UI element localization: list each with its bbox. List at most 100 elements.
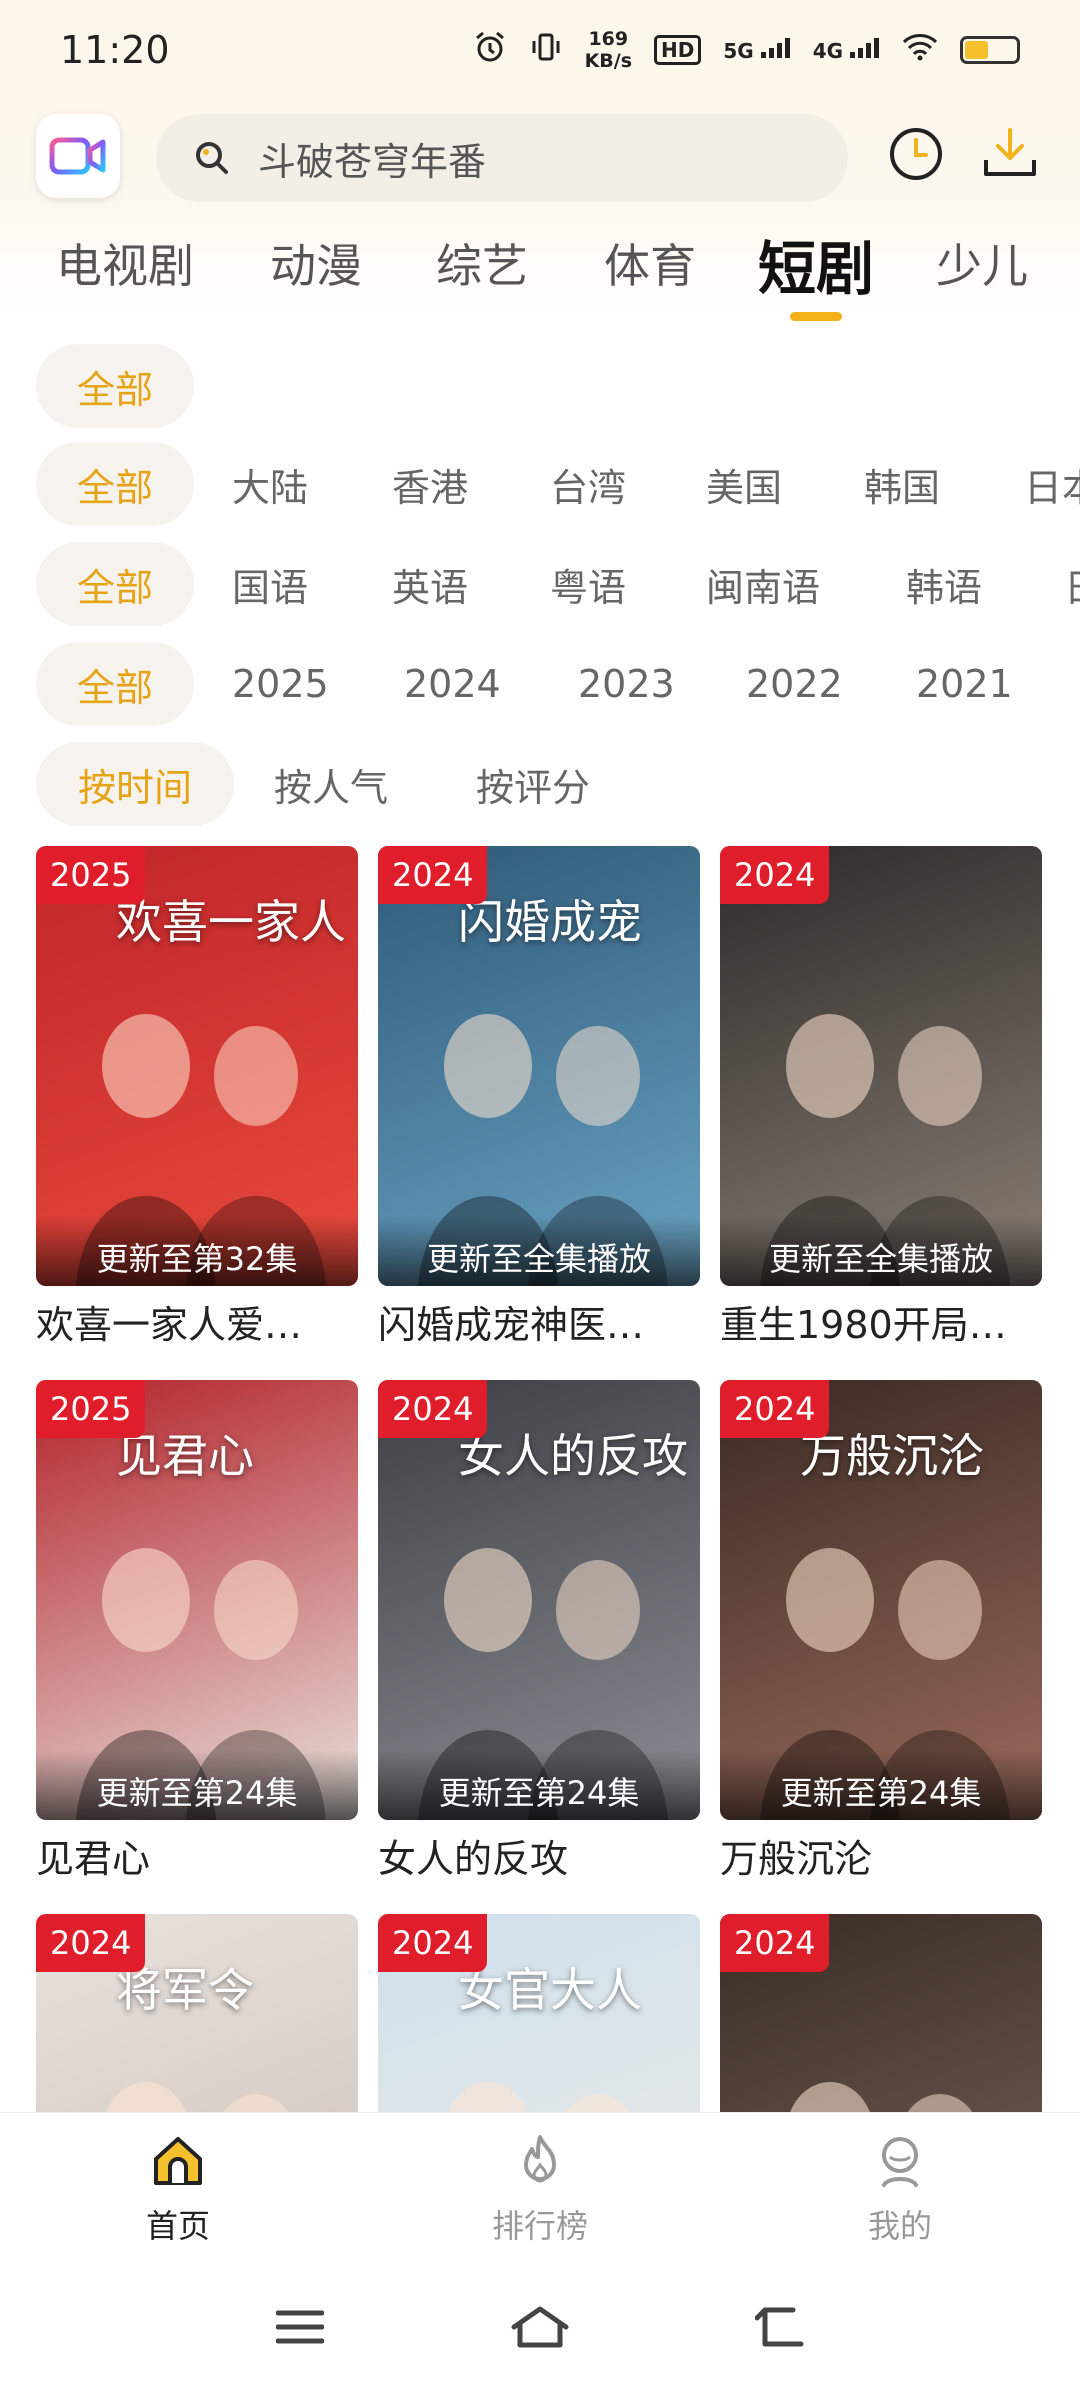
drama-title: 欢喜一家人爱… xyxy=(36,1303,303,1347)
year-badge: 2025 xyxy=(36,846,146,904)
tab-anime[interactable]: 动漫 xyxy=(270,230,362,296)
filter-region-option[interactable]: 美国 xyxy=(706,442,782,526)
filter-sort-active[interactable]: 按时间 xyxy=(36,742,234,826)
episode-status: 更新至全集播放 xyxy=(378,1216,700,1286)
year-badge: 2024 xyxy=(720,1914,830,1972)
poster-title-art: 欢喜一家人 xyxy=(116,895,346,949)
drama-card[interactable]: 万般沉沦 2024 更新至第24集万般沉沦 xyxy=(720,1380,1042,1883)
network-speed: 169 KB/s xyxy=(585,28,632,72)
filter-sort-option[interactable]: 按人气 xyxy=(274,742,388,826)
video-camera-icon xyxy=(49,137,106,175)
drama-poster: 闪婚成宠 2024 更新至全集播放 xyxy=(378,846,700,1286)
nav-home[interactable]: 首页 xyxy=(78,2131,278,2247)
search-placeholder: 斗破苍穹年番 xyxy=(258,139,487,184)
system-home-icon xyxy=(511,2306,569,2348)
drama-card[interactable]: 闪婚成宠 2024 更新至全集播放闪婚成宠神医… xyxy=(378,846,700,1349)
status-icons: 169 KB/s HD 5G 4G xyxy=(473,28,1020,72)
drama-title: 重生1980开局… xyxy=(720,1303,1007,1347)
home-icon xyxy=(154,2137,202,2185)
tab-sports[interactable]: 体育 xyxy=(604,230,696,296)
drama-card[interactable]: 欢喜一家人 2025 更新至第32集 欢喜一家人爱… xyxy=(36,846,358,1349)
filter-region-option[interactable]: 香港 xyxy=(392,442,468,526)
episode-status: 更新至第24集 xyxy=(378,1750,700,1820)
drama-poster: 见君心 2025 更新至第24集 xyxy=(36,1380,358,1820)
bottom-nav: 首页 排行榜 我的 xyxy=(0,2112,1080,2262)
filter-language-option[interactable]: 闽南语 xyxy=(706,542,820,626)
filter-language-option[interactable]: 粤语 xyxy=(550,542,626,626)
back-button[interactable] xyxy=(750,2302,810,2352)
signal-5g-icon: 5G xyxy=(723,37,790,63)
filter-row-year: 全部 2025 2024 2023 2022 2021 xyxy=(0,642,1080,726)
history-button[interactable] xyxy=(884,122,948,186)
hd-icon: HD xyxy=(654,35,702,65)
status-bar: 11:20 169 KB/s HD 5G 4G xyxy=(0,0,1080,100)
filter-region-option[interactable]: 大陆 xyxy=(232,442,308,526)
back-icon xyxy=(755,2307,804,2347)
signal-4g-icon: 4G xyxy=(813,37,880,63)
episode-status: 更新至第24集 xyxy=(720,1750,1042,1820)
menu-icon xyxy=(276,2310,324,2344)
filter-year-option[interactable]: 2021 xyxy=(916,642,1013,726)
filter-region-all[interactable]: 全部 xyxy=(36,442,194,526)
battery-level xyxy=(965,41,988,59)
nav-profile[interactable]: 我的 xyxy=(800,2131,1000,2247)
filter-region-option[interactable]: 日本 xyxy=(1024,442,1080,526)
year-badge: 2024 xyxy=(720,846,830,904)
filter-row-type: 全部 xyxy=(0,344,1080,428)
drama-title: 女人的反攻 xyxy=(378,1837,569,1881)
tab-tv[interactable]: 电视剧 xyxy=(56,230,194,296)
filter-year-option[interactable]: 2025 xyxy=(232,642,329,726)
filter-row-sort: 按时间 按人气 按评分 xyxy=(0,742,1080,826)
tab-short-drama[interactable]: 短剧 xyxy=(758,222,874,306)
filter-region-option[interactable]: 台湾 xyxy=(550,442,626,526)
drama-title: 闪婚成宠神医… xyxy=(378,1303,645,1347)
drama-poster: 女人的反攻 2024 更新至第24集 xyxy=(378,1380,700,1820)
vibrate-icon xyxy=(529,30,563,70)
fire-icon xyxy=(524,2135,556,2183)
nav-ranking-label: 排行榜 xyxy=(491,2207,588,2245)
episode-status: 更新至第24集 xyxy=(36,1750,358,1820)
drama-title: 见君心 xyxy=(36,1837,151,1881)
home-system-button[interactable] xyxy=(510,2302,570,2352)
drama-poster: 万般沉沦 2024 更新至第24集 xyxy=(720,1380,1042,1820)
filter-year-all[interactable]: 全部 xyxy=(36,642,194,726)
search-input[interactable]: 斗破苍穹年番 xyxy=(156,114,848,202)
drama-title: 万般沉沦 xyxy=(720,1837,873,1881)
year-badge: 2024 xyxy=(378,1914,488,1972)
filter-row-region: 全部 大陆 香港 台湾 美国 韩国 日本 xyxy=(0,442,1080,526)
drama-card[interactable]: 2024 更新至全集播放重生1980开局… xyxy=(720,846,1042,1349)
filter-language-option[interactable]: 韩语 xyxy=(906,542,982,626)
nav-ranking[interactable]: 排行榜 xyxy=(440,2131,640,2247)
clock-icon xyxy=(890,128,942,180)
filter-year-option[interactable]: 2023 xyxy=(578,642,675,726)
episode-status: 更新至全集播放 xyxy=(720,1216,1042,1286)
menu-button[interactable] xyxy=(270,2302,330,2352)
filter-sort-option[interactable]: 按评分 xyxy=(476,742,590,826)
filter-year-option[interactable]: 2022 xyxy=(746,642,843,726)
download-button[interactable] xyxy=(978,122,1042,186)
filter-language-option[interactable]: 英语 xyxy=(392,542,468,626)
search-icon xyxy=(196,142,228,174)
year-badge: 2024 xyxy=(378,1380,488,1438)
tab-kids[interactable]: 少儿 xyxy=(936,230,1028,296)
wifi-icon xyxy=(902,33,938,67)
filter-language-all[interactable]: 全部 xyxy=(36,542,194,626)
tab-variety[interactable]: 综艺 xyxy=(436,230,528,296)
download-icon xyxy=(984,128,1036,176)
poster-title-art: 女人的反攻 xyxy=(458,1429,688,1483)
system-nav-bar xyxy=(0,2262,1080,2400)
filter-type-all[interactable]: 全部 xyxy=(36,344,194,428)
drama-card[interactable]: 见君心 2025 更新至第24集 见君心 xyxy=(36,1380,358,1883)
filter-language-option[interactable]: 国语 xyxy=(232,542,308,626)
drama-card[interactable]: 女人的反攻 2024 更新至第24集 女人的反攻 xyxy=(378,1380,700,1883)
battery-icon xyxy=(960,36,1020,64)
speed-value: 169 xyxy=(588,28,629,50)
filter-year-option[interactable]: 2024 xyxy=(404,642,501,726)
speed-unit: KB/s xyxy=(584,50,633,72)
status-time: 11:20 xyxy=(60,28,170,72)
year-badge: 2025 xyxy=(36,1380,146,1438)
filter-language-option[interactable]: 日 xyxy=(1064,542,1080,626)
year-badge: 2024 xyxy=(36,1914,146,1972)
app-logo[interactable] xyxy=(36,114,120,198)
filter-region-option[interactable]: 韩国 xyxy=(864,442,940,526)
